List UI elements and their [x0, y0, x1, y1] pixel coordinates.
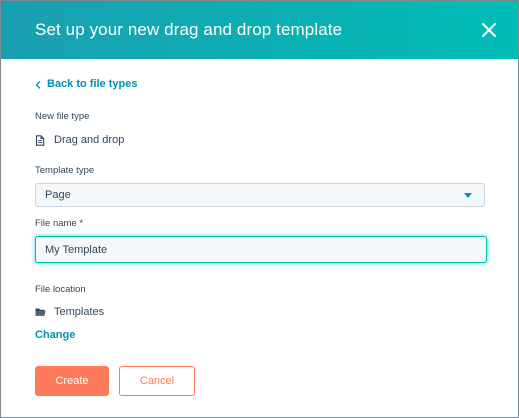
- file-location-text: Templates: [54, 306, 105, 318]
- template-type-value: Page: [45, 189, 71, 201]
- template-type-select[interactable]: Page: [35, 183, 485, 207]
- dialog-header: Set up your new drag and drop template: [1, 1, 518, 59]
- back-link-label: Back to file types: [47, 78, 138, 90]
- new-file-type-label: New file type: [35, 111, 90, 122]
- file-name-input[interactable]: [35, 236, 487, 263]
- close-icon[interactable]: [476, 17, 502, 43]
- new-file-type-value: Drag and drop: [35, 134, 124, 146]
- folder-icon: [35, 307, 46, 318]
- create-button[interactable]: Create: [35, 366, 109, 396]
- cancel-button[interactable]: Cancel: [119, 366, 195, 396]
- dialog-title: Set up your new drag and drop template: [35, 20, 343, 39]
- file-type-text: Drag and drop: [54, 134, 125, 146]
- change-location-link[interactable]: Change: [35, 329, 75, 341]
- file-location-value: Templates: [35, 306, 104, 318]
- dialog: Set up your new drag and drop template B…: [0, 0, 519, 418]
- caret-down-icon: [464, 193, 472, 198]
- chevron-left-icon: [35, 80, 41, 89]
- back-to-file-types-link[interactable]: Back to file types: [35, 78, 137, 90]
- file-icon: [35, 134, 45, 146]
- template-type-label: Template type: [35, 165, 95, 176]
- file-name-label: File name *: [35, 218, 84, 229]
- file-location-label: File location: [35, 284, 86, 295]
